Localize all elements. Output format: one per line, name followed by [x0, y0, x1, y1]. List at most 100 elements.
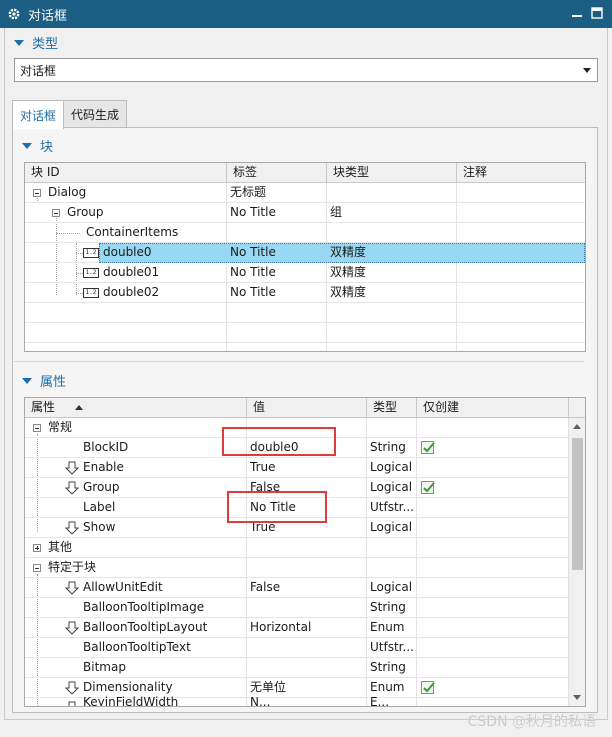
type-section-header[interactable]: 类型 — [14, 33, 58, 52]
collapse-triangle-icon — [22, 377, 32, 384]
col-property-label: 属性 — [31, 400, 56, 414]
block-label: No Title — [230, 285, 276, 299]
props-section-header[interactable]: 属性 — [22, 371, 66, 390]
col-value[interactable]: 值 — [247, 398, 367, 418]
col-note[interactable]: 注释 — [457, 163, 585, 183]
close-icon[interactable] — [590, 6, 604, 20]
col-label[interactable]: 标签 — [227, 163, 327, 183]
prop-category-label: 常规 — [48, 420, 73, 434]
watermark: CSDN @秋月的私语 — [467, 714, 596, 730]
prop-name: Bitmap — [83, 660, 126, 674]
scroll-up-icon[interactable] — [573, 424, 581, 429]
type-select[interactable]: 对话框 — [14, 58, 598, 82]
prop-row-balloontooltipimage[interactable]: BalloonTooltipImage String — [25, 598, 585, 618]
tab-dialog[interactable]: 对话框 — [12, 100, 65, 129]
prop-value[interactable]: False — [250, 578, 280, 598]
scroll-thumb[interactable] — [572, 438, 583, 570]
collapse-icon[interactable] — [52, 209, 60, 217]
highlight-box-label — [227, 491, 327, 523]
arrow-down-icon — [65, 581, 79, 595]
block-label: No Title — [230, 265, 276, 279]
blocks-section-header[interactable]: 块 — [22, 136, 53, 155]
sort-ascending-icon — [75, 405, 83, 410]
arrow-down-icon — [68, 701, 76, 706]
prop-row-balloontooltiplayout[interactable]: BalloonTooltipLayout Horizontal Enum — [25, 618, 585, 638]
props-section-title: 属性 — [40, 375, 67, 390]
prop-category-other[interactable]: 其他 — [25, 538, 585, 558]
prop-value[interactable]: True — [250, 458, 276, 478]
prop-name: Show — [83, 520, 116, 534]
prop-type: Utfstr... — [370, 640, 414, 654]
prop-type: String — [370, 660, 406, 674]
tab-dialog-label: 对话框 — [20, 108, 57, 123]
collapse-icon[interactable] — [33, 189, 41, 197]
expand-icon[interactable] — [33, 544, 41, 552]
prop-type: Logical — [370, 460, 413, 474]
scroll-down-icon[interactable] — [573, 695, 581, 700]
arrow-down-icon — [65, 461, 79, 475]
block-label: No Title — [230, 245, 276, 259]
col-block-id[interactable]: 块 ID — [25, 163, 227, 183]
minimize-icon[interactable] — [570, 6, 584, 20]
prop-category-label: 特定于块 — [48, 560, 97, 574]
arrow-down-icon — [65, 521, 79, 535]
double-type-icon: 1.2 — [83, 268, 99, 278]
tab-codegen[interactable]: 代码生成 — [63, 100, 128, 128]
col-block-type[interactable]: 块类型 — [327, 163, 457, 183]
block-row-containeritems[interactable]: ContainerItems — [25, 223, 585, 243]
prop-type: Enum — [370, 620, 405, 634]
block-id: double01 — [103, 265, 160, 279]
double-type-icon: 1.2 — [83, 248, 99, 258]
collapse-triangle-icon — [22, 142, 32, 149]
block-id: Group — [67, 205, 104, 219]
block-type: 双精度 — [330, 265, 367, 279]
prop-name: BalloonTooltipLayout — [83, 620, 208, 634]
block-row-empty — [25, 303, 585, 323]
prop-value[interactable]: Horizontal — [250, 618, 311, 638]
block-row-dialog[interactable]: Dialog 无标题 — [25, 183, 585, 203]
prop-name: AllowUnitEdit — [83, 580, 163, 594]
block-id: ContainerItems — [86, 225, 179, 239]
prop-type: String — [370, 440, 406, 454]
highlight-box-blockid — [222, 427, 336, 456]
blocks-section-title: 块 — [40, 140, 54, 155]
block-type: 双精度 — [330, 245, 367, 259]
prop-value[interactable]: N... — [250, 693, 270, 706]
col-property[interactable]: 属性 — [25, 398, 247, 418]
double-type-icon: 1.2 — [83, 288, 99, 298]
block-row-double0[interactable]: 1.2 double0 No Title 双精度 — [25, 243, 585, 263]
col-type[interactable]: 类型 — [367, 398, 417, 418]
prop-category-block-specific[interactable]: 特定于块 — [25, 558, 585, 578]
col-create-only[interactable]: 仅创建 — [417, 398, 569, 418]
prop-type: String — [370, 600, 406, 614]
block-id: double0 — [103, 245, 152, 259]
arrow-down-icon — [65, 621, 79, 635]
prop-row-keyinfieldwidth[interactable]: KeyinFieldWidth N... E... — [25, 695, 585, 706]
collapse-icon[interactable] — [33, 564, 41, 572]
prop-row-allowunitedit[interactable]: AllowUnitEdit False Logical — [25, 578, 585, 598]
prop-category-label: 其他 — [48, 540, 73, 554]
create-only-check-icon[interactable] — [421, 681, 436, 695]
prop-name: Group — [83, 480, 120, 494]
create-only-check-icon[interactable] — [421, 441, 436, 455]
prop-type: Logical — [370, 520, 413, 534]
collapse-icon[interactable] — [33, 424, 41, 432]
props-scrollbar[interactable] — [568, 418, 585, 706]
arrow-down-icon — [65, 481, 79, 495]
block-label: No Title — [230, 205, 276, 219]
collapse-triangle-icon — [14, 39, 24, 46]
type-select-value: 对话框 — [20, 63, 57, 78]
prop-row-enable[interactable]: Enable True Logical — [25, 458, 585, 478]
prop-row-balloontooltiptext[interactable]: BalloonTooltipText Utfstr... — [25, 638, 585, 658]
block-row-group[interactable]: Group No Title 组 — [25, 203, 585, 223]
block-row-double02[interactable]: 1.2 double02 No Title 双精度 — [25, 283, 585, 303]
block-row-empty — [25, 323, 585, 343]
block-row-double01[interactable]: 1.2 double01 No Title 双精度 — [25, 263, 585, 283]
prop-name: BalloonTooltipImage — [83, 600, 205, 614]
prop-row-bitmap[interactable]: Bitmap String — [25, 658, 585, 678]
create-only-check-icon[interactable] — [421, 481, 436, 495]
props-grid-header: 属性 值 类型 仅创建 — [25, 398, 585, 418]
chevron-down-icon — [583, 68, 591, 73]
prop-type: Utfstr... — [370, 500, 414, 514]
window-title: 对话框 — [28, 8, 68, 24]
